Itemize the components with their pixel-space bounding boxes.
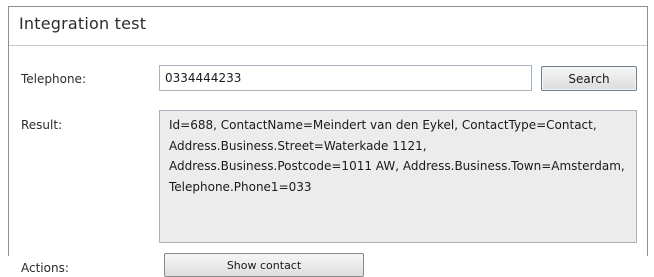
title-divider <box>9 45 647 46</box>
result-label: Result: <box>21 118 63 132</box>
show-contact-button[interactable]: Show contact <box>164 253 364 277</box>
telephone-label: Telephone: <box>21 72 86 86</box>
search-button[interactable]: Search <box>541 66 637 91</box>
panel-title: Integration test <box>19 14 147 33</box>
integration-test-panel: Integration test Telephone: Search Resul… <box>8 6 648 277</box>
result-output: Id=688, ContactName=Meindert van den Eyk… <box>159 110 637 243</box>
actions-label: Actions: <box>21 261 69 275</box>
telephone-input[interactable] <box>159 65 532 91</box>
